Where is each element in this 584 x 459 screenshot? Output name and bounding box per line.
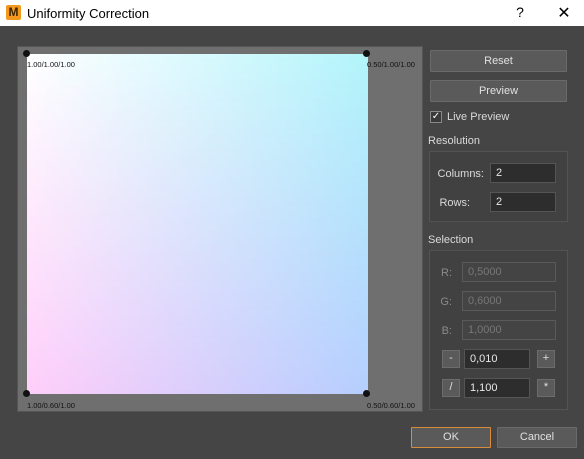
corner-label-top-left: 1.00/1.00/1.00 <box>27 60 75 69</box>
window-title: Uniformity Correction <box>27 6 150 21</box>
step-add-field[interactable]: 0,010 <box>464 349 530 369</box>
corner-label-bottom-right: 0.50/0.60/1.00 <box>367 401 415 410</box>
live-preview-checkbox[interactable]: ✓ <box>430 111 442 123</box>
corner-handle-top-right[interactable] <box>363 50 370 57</box>
selection-title: Selection <box>428 234 474 246</box>
ok-button[interactable]: OK <box>411 427 491 448</box>
live-preview-label[interactable]: Live Preview <box>447 111 509 123</box>
rows-label: Rows: <box>439 197 470 209</box>
decrement-button[interactable]: - <box>442 350 460 368</box>
cancel-button[interactable]: Cancel <box>497 427 577 448</box>
step-multiply-field[interactable]: 1,100 <box>464 378 530 398</box>
r-field: 0,5000 <box>462 262 556 282</box>
columns-field[interactable]: 2 <box>490 163 556 183</box>
divide-button[interactable]: / <box>442 379 460 397</box>
close-icon[interactable]: ✕ <box>552 3 576 23</box>
corner-handle-top-left[interactable] <box>23 50 30 57</box>
g-label: G: <box>440 296 452 308</box>
b-label: B: <box>441 325 452 337</box>
gradient-preview[interactable] <box>27 54 368 394</box>
help-icon[interactable]: ? <box>510 4 530 22</box>
gradient-bottom-layer <box>27 54 368 394</box>
r-label: R: <box>441 267 452 279</box>
app-logo-icon: M <box>6 5 21 20</box>
columns-label: Columns: <box>437 168 484 180</box>
corner-handle-bottom-right[interactable] <box>363 390 370 397</box>
reset-button[interactable]: Reset <box>430 50 567 72</box>
correction-canvas[interactable]: 1.00/1.00/1.00 0.50/1.00/1.00 1.00/0.60/… <box>17 46 423 412</box>
corner-label-bottom-left: 1.00/0.60/1.00 <box>27 401 75 410</box>
preview-button[interactable]: Preview <box>430 80 567 102</box>
corner-handle-bottom-left[interactable] <box>23 390 30 397</box>
increment-button[interactable]: + <box>537 350 555 368</box>
resolution-title: Resolution <box>428 135 480 147</box>
g-field: 0,6000 <box>462 291 556 311</box>
title-bar: M Uniformity Correction ? ✕ <box>0 0 584 26</box>
b-field: 1,0000 <box>462 320 556 340</box>
multiply-button[interactable]: * <box>537 379 555 397</box>
rows-field[interactable]: 2 <box>490 192 556 212</box>
corner-label-top-right: 0.50/1.00/1.00 <box>367 60 415 69</box>
